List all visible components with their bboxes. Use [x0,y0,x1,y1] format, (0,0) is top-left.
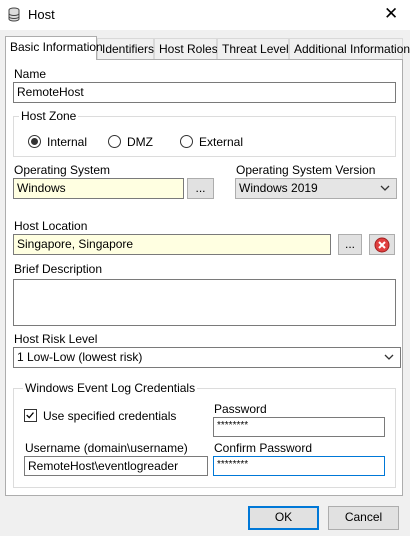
username-field[interactable]: RemoteHost\eventlogreader [24,456,208,476]
tab-host-roles[interactable]: Host Roles [154,38,218,59]
database-icon [8,7,20,22]
os-browse-button[interactable]: ... [187,178,214,199]
checkmark-icon [26,412,34,419]
host-zone-label: Host Zone [19,109,79,123]
window-title: Host [28,7,55,22]
dmz-radio[interactable] [108,135,121,148]
chevron-down-icon [380,185,390,191]
clear-icon [374,237,390,253]
external-radio-label[interactable]: External [199,135,243,149]
os-version-value: Windows 2019 [239,181,318,195]
os-version-label: Operating System Version [236,163,376,177]
location-clear-button[interactable] [369,234,395,255]
location-label: Host Location [14,219,88,233]
chevron-down-icon [384,354,394,360]
risk-value: 1 Low-Low (lowest risk) [17,350,143,364]
password-field[interactable]: ******** [213,417,385,437]
external-radio[interactable] [180,135,193,148]
title-bar [0,0,410,30]
username-label: Username (domain\username) [25,441,188,455]
close-icon[interactable]: ✕ [384,4,398,24]
confirm-password-label: Confirm Password [214,441,313,455]
confirm-password-field[interactable]: ******** [213,456,385,476]
description-label: Brief Description [14,262,103,276]
ok-button[interactable]: OK [248,506,319,530]
risk-select[interactable]: 1 Low-Low (lowest risk) [13,347,401,368]
os-version-select[interactable]: Windows 2019 [235,178,397,199]
location-field[interactable]: Singapore, Singapore [13,234,331,255]
os-field[interactable]: Windows [13,178,184,199]
tab-additional-information[interactable]: Additional Information [289,38,410,59]
credentials-group-label: Windows Event Log Credentials [23,381,198,395]
internal-radio[interactable] [28,135,41,148]
use-credentials-checkbox[interactable] [24,409,37,422]
location-browse-button[interactable]: ... [338,234,362,255]
tab-threat-level[interactable]: Threat Level [217,38,289,59]
os-label: Operating System [14,163,111,177]
description-textarea[interactable] [13,279,396,326]
tab-identifiers[interactable]: Identifiers [97,38,154,59]
cancel-button[interactable]: Cancel [328,506,399,530]
name-label: Name [14,67,47,81]
internal-radio-label[interactable]: Internal [47,135,87,149]
tab-basic-information[interactable]: Basic Information [5,36,103,60]
dmz-radio-label[interactable]: DMZ [127,135,153,149]
name-field[interactable]: RemoteHost [13,82,396,103]
use-credentials-label[interactable]: Use specified credentials [43,409,176,423]
risk-label: Host Risk Level [14,332,98,346]
password-label: Password [214,402,267,416]
